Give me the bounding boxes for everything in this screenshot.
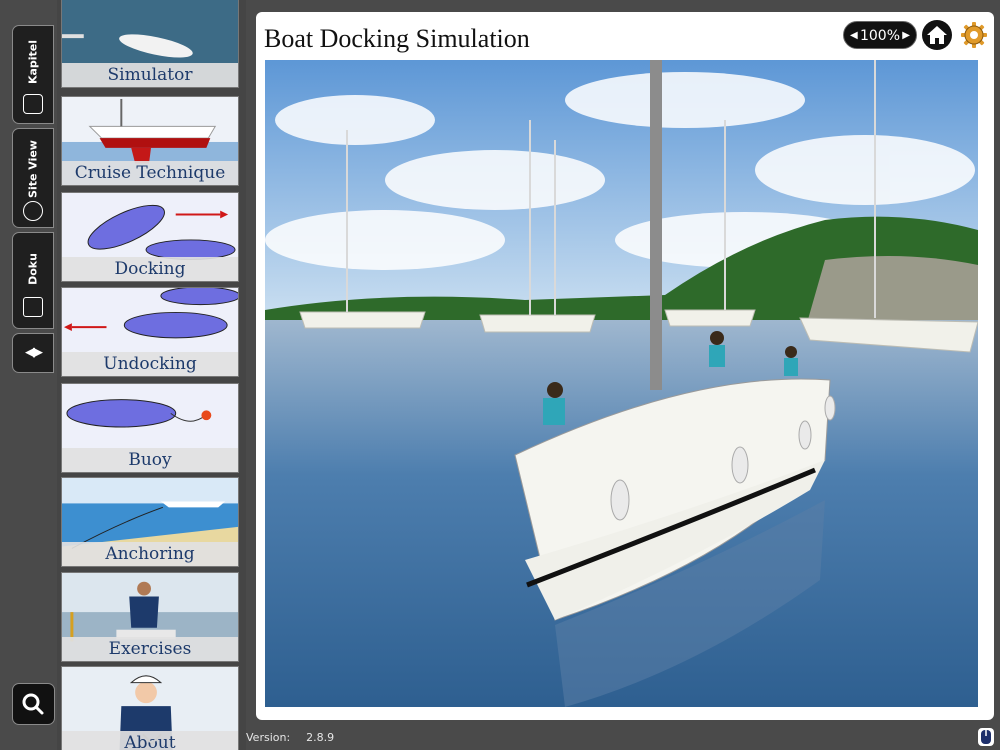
chapter-undocking-label: Undocking: [62, 352, 238, 376]
zoom-level: 100%: [859, 28, 901, 44]
chapter-exercises[interactable]: Exercises: [61, 572, 239, 662]
tab-site-view-label: Site View: [26, 140, 40, 198]
tab-nav-button[interactable]: ◀▶: [12, 333, 54, 373]
tab-site-view[interactable]: Site View: [12, 128, 54, 228]
chapter-cruise-technique[interactable]: Cruise Technique: [61, 96, 239, 186]
tab-kapitel-label: Kapitel: [26, 39, 40, 85]
globe-icon: [23, 201, 43, 221]
content-page: Boat Docking Simulation ◀ 100% ▶: [256, 12, 994, 720]
chapter-buoy[interactable]: Buoy: [61, 383, 239, 473]
chapter-docking[interactable]: Docking: [61, 192, 239, 282]
tab-kapitel[interactable]: Kapitel: [12, 25, 54, 124]
search-icon: [22, 693, 44, 715]
book-stack-icon: [23, 94, 43, 114]
version-number: 2.8.9: [306, 731, 335, 744]
simulation-scene[interactable]: [265, 60, 978, 707]
zoom-control[interactable]: ◀ 100% ▶: [843, 21, 917, 49]
chapter-anchoring[interactable]: Anchoring: [61, 477, 239, 567]
chapter-docking-label: Docking: [62, 257, 238, 281]
home-icon: [927, 26, 947, 44]
search-button[interactable]: [12, 683, 55, 725]
tab-doku-label: Doku: [26, 253, 40, 285]
zoom-increase-icon[interactable]: ▶: [902, 22, 910, 50]
left-right-arrows-icon: ◀▶: [25, 345, 43, 360]
version-label: Version:: [246, 731, 291, 744]
marina-sailboat-image: [265, 60, 978, 707]
open-book-icon: [23, 297, 43, 317]
zoom-decrease-icon[interactable]: ◀: [850, 22, 858, 50]
chapter-undocking[interactable]: Undocking: [61, 287, 239, 377]
chapter-simulator[interactable]: Simulator: [61, 0, 239, 88]
chapter-cruise-technique-label: Cruise Technique: [62, 161, 238, 185]
scroll-down-button[interactable]: [57, 725, 246, 750]
tab-strip: Kapitel Site View Doku ◀▶: [0, 0, 57, 750]
tab-doku[interactable]: Doku: [12, 232, 54, 329]
chevron-down-icon: [141, 725, 162, 745]
chapter-buoy-label: Buoy: [62, 448, 238, 472]
chapter-list: Simulator Cruise Technique Docking Undoc…: [57, 0, 246, 750]
gear-icon: [961, 22, 987, 48]
version-info: Version: 2.8.9: [246, 731, 334, 744]
home-button[interactable]: [922, 20, 952, 50]
chapter-exercises-label: Exercises: [62, 637, 238, 661]
settings-button[interactable]: [959, 20, 989, 50]
mouse-icon[interactable]: [977, 727, 995, 747]
chapter-simulator-label: Simulator: [62, 63, 238, 87]
page-title: Boat Docking Simulation: [264, 24, 530, 53]
chapter-anchoring-label: Anchoring: [62, 542, 238, 566]
